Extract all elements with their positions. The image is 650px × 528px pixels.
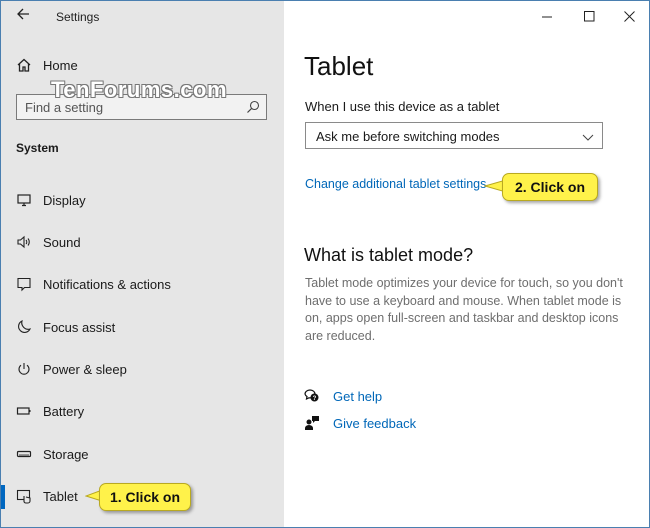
sidebar-item-label: Display (43, 192, 86, 208)
window-title: Settings (56, 10, 100, 24)
give-feedback-row[interactable]: Give feedback (304, 413, 416, 433)
settings-window: Settings Home TenForums.com System Displ… (0, 0, 650, 528)
sidebar-item-label: Focus assist (43, 319, 116, 335)
display-icon (15, 191, 33, 209)
sidebar-item-label: Storage (43, 446, 89, 462)
get-help-row[interactable]: ? Get help (304, 386, 382, 406)
notification-icon (15, 275, 33, 293)
sidebar-item-focus-assist[interactable]: Focus assist (1, 309, 284, 345)
page-title: Tablet (304, 51, 374, 81)
minimize-icon[interactable] (532, 5, 562, 27)
sidebar-item-label: Battery (43, 403, 85, 419)
main-panel: Tablet When I use this device as a table… (284, 1, 649, 527)
sidebar-item-label: Power & sleep (43, 361, 127, 377)
svg-text:?: ? (313, 396, 317, 402)
what-is-tablet-mode-heading: What is tablet mode? (304, 245, 474, 265)
close-icon[interactable] (614, 5, 644, 27)
sidebar-item-label: Notifications & actions (43, 276, 171, 292)
battery-icon (15, 402, 33, 420)
change-additional-tablet-settings-link[interactable]: Change additional tablet settings (305, 177, 486, 191)
chevron-down-icon (582, 130, 594, 142)
home-icon (15, 56, 33, 74)
tablet-icon (15, 487, 33, 505)
callout-step-1: 1. Click on (99, 483, 191, 511)
search-input[interactable] (25, 98, 240, 116)
sidebar-item-label: Sound (43, 234, 81, 250)
get-help-link[interactable]: Get help (333, 389, 382, 404)
sidebar-item-notifications[interactable]: Notifications & actions (1, 266, 284, 302)
tablet-mode-label: When I use this device as a tablet (305, 99, 500, 114)
sidebar-item-home[interactable]: Home (1, 47, 284, 83)
search-box[interactable] (16, 94, 267, 120)
sidebar-item-label: Tablet (43, 488, 78, 504)
maximize-icon[interactable] (574, 5, 604, 27)
sidebar-item-display[interactable]: Display (1, 182, 284, 218)
sidebar-item-sound[interactable]: Sound (1, 224, 284, 260)
search-icon[interactable] (246, 100, 260, 114)
section-title: System (16, 141, 59, 155)
callout-text: 1. Click on (109, 489, 181, 505)
callout-step-2: 2. Click on (502, 173, 598, 201)
moon-icon (15, 318, 33, 336)
power-icon (15, 360, 33, 378)
sidebar-item-power-sleep[interactable]: Power & sleep (1, 351, 284, 387)
give-feedback-link[interactable]: Give feedback (333, 416, 416, 431)
back-arrow-icon[interactable] (13, 7, 33, 27)
storage-icon (15, 445, 33, 463)
sidebar-item-label: Home (43, 57, 78, 73)
tablet-mode-dropdown[interactable]: Ask me before switching modes (305, 122, 603, 149)
sidebar-item-storage[interactable]: Storage (1, 436, 284, 472)
callout-text: 2. Click on (514, 179, 586, 195)
tablet-mode-description: Tablet mode optimizes your device for to… (305, 276, 623, 343)
speaker-icon (15, 233, 33, 251)
sidebar-item-battery[interactable]: Battery (1, 393, 284, 429)
sidebar: Settings Home TenForums.com System Displ… (1, 1, 284, 527)
dropdown-value: Ask me before switching modes (316, 129, 500, 144)
give-feedback-icon (304, 415, 320, 431)
get-help-icon: ? (304, 388, 320, 404)
